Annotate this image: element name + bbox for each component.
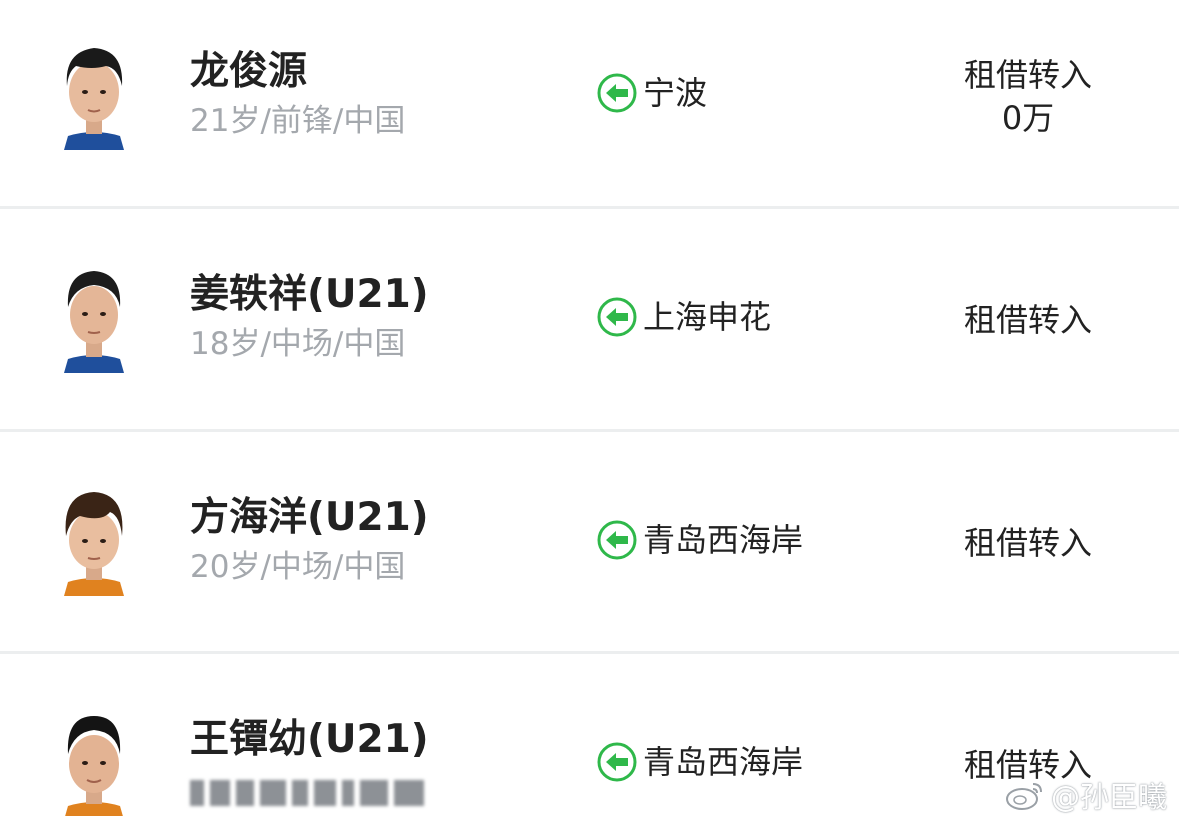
weibo-icon bbox=[1005, 783, 1042, 810]
player-meta-cropped bbox=[190, 776, 424, 806]
watermark: @孙臣曦 bbox=[1005, 774, 1167, 816]
club-link[interactable]: 宁波 bbox=[597, 72, 707, 114]
player-name[interactable]: 王镡幼(U21) bbox=[190, 720, 429, 759]
club-name: 宁波 bbox=[643, 74, 708, 112]
transfer-row[interactable]: 方海洋(U21) 20岁/中场/中国 青岛西海岸 租借转入 bbox=[0, 432, 1179, 638]
arrow-left-in-icon bbox=[597, 520, 637, 560]
player-avatar[interactable] bbox=[54, 710, 134, 816]
transfer-row[interactable]: 王镡幼(U21) 青岛西海岸 租借转入 bbox=[0, 654, 1179, 816]
player-meta: 18岁/中场/中国 bbox=[190, 326, 406, 362]
player-avatar[interactable] bbox=[54, 486, 134, 596]
transfer-list: 龙俊源 21岁/前锋/中国 宁波 租借转入 0万 姜轶祥(U21) 18岁/中场… bbox=[0, 0, 1179, 816]
player-avatar[interactable] bbox=[54, 263, 134, 373]
club-link[interactable]: 上海申花 bbox=[597, 296, 771, 338]
transfer-type: 租借转入 bbox=[963, 301, 1092, 339]
transfer-type: 租借转入 bbox=[963, 524, 1092, 562]
player-name[interactable]: 方海洋(U21) bbox=[190, 498, 429, 537]
player-meta: 21岁/前锋/中国 bbox=[190, 103, 406, 139]
transfer-info: 租借转入 0万 bbox=[940, 54, 1116, 140]
transfer-fee: 0万 bbox=[1001, 99, 1055, 138]
club-link[interactable]: 青岛西海岸 bbox=[597, 519, 803, 561]
club-name: 青岛西海岸 bbox=[643, 743, 804, 781]
club-name: 上海申花 bbox=[643, 298, 772, 336]
transfer-type: 租借转入 bbox=[963, 56, 1092, 94]
club-name: 青岛西海岸 bbox=[643, 521, 804, 559]
transfer-row[interactable]: 姜轶祥(U21) 18岁/中场/中国 上海申花 租借转入 bbox=[0, 209, 1179, 415]
arrow-left-in-icon bbox=[597, 73, 637, 113]
transfer-info: 租借转入 bbox=[940, 299, 1116, 342]
transfer-info: 租借转入 bbox=[940, 522, 1116, 565]
arrow-left-in-icon bbox=[597, 742, 637, 782]
player-meta: 20岁/中场/中国 bbox=[190, 549, 406, 585]
watermark-text: @孙臣曦 bbox=[1050, 780, 1167, 814]
player-avatar[interactable] bbox=[54, 40, 134, 150]
club-link[interactable]: 青岛西海岸 bbox=[597, 741, 803, 783]
player-name[interactable]: 姜轶祥(U21) bbox=[190, 275, 429, 314]
player-name[interactable]: 龙俊源 bbox=[190, 52, 307, 91]
transfer-row[interactable]: 龙俊源 21岁/前锋/中国 宁波 租借转入 0万 bbox=[0, 0, 1179, 206]
arrow-left-in-icon bbox=[597, 297, 637, 337]
